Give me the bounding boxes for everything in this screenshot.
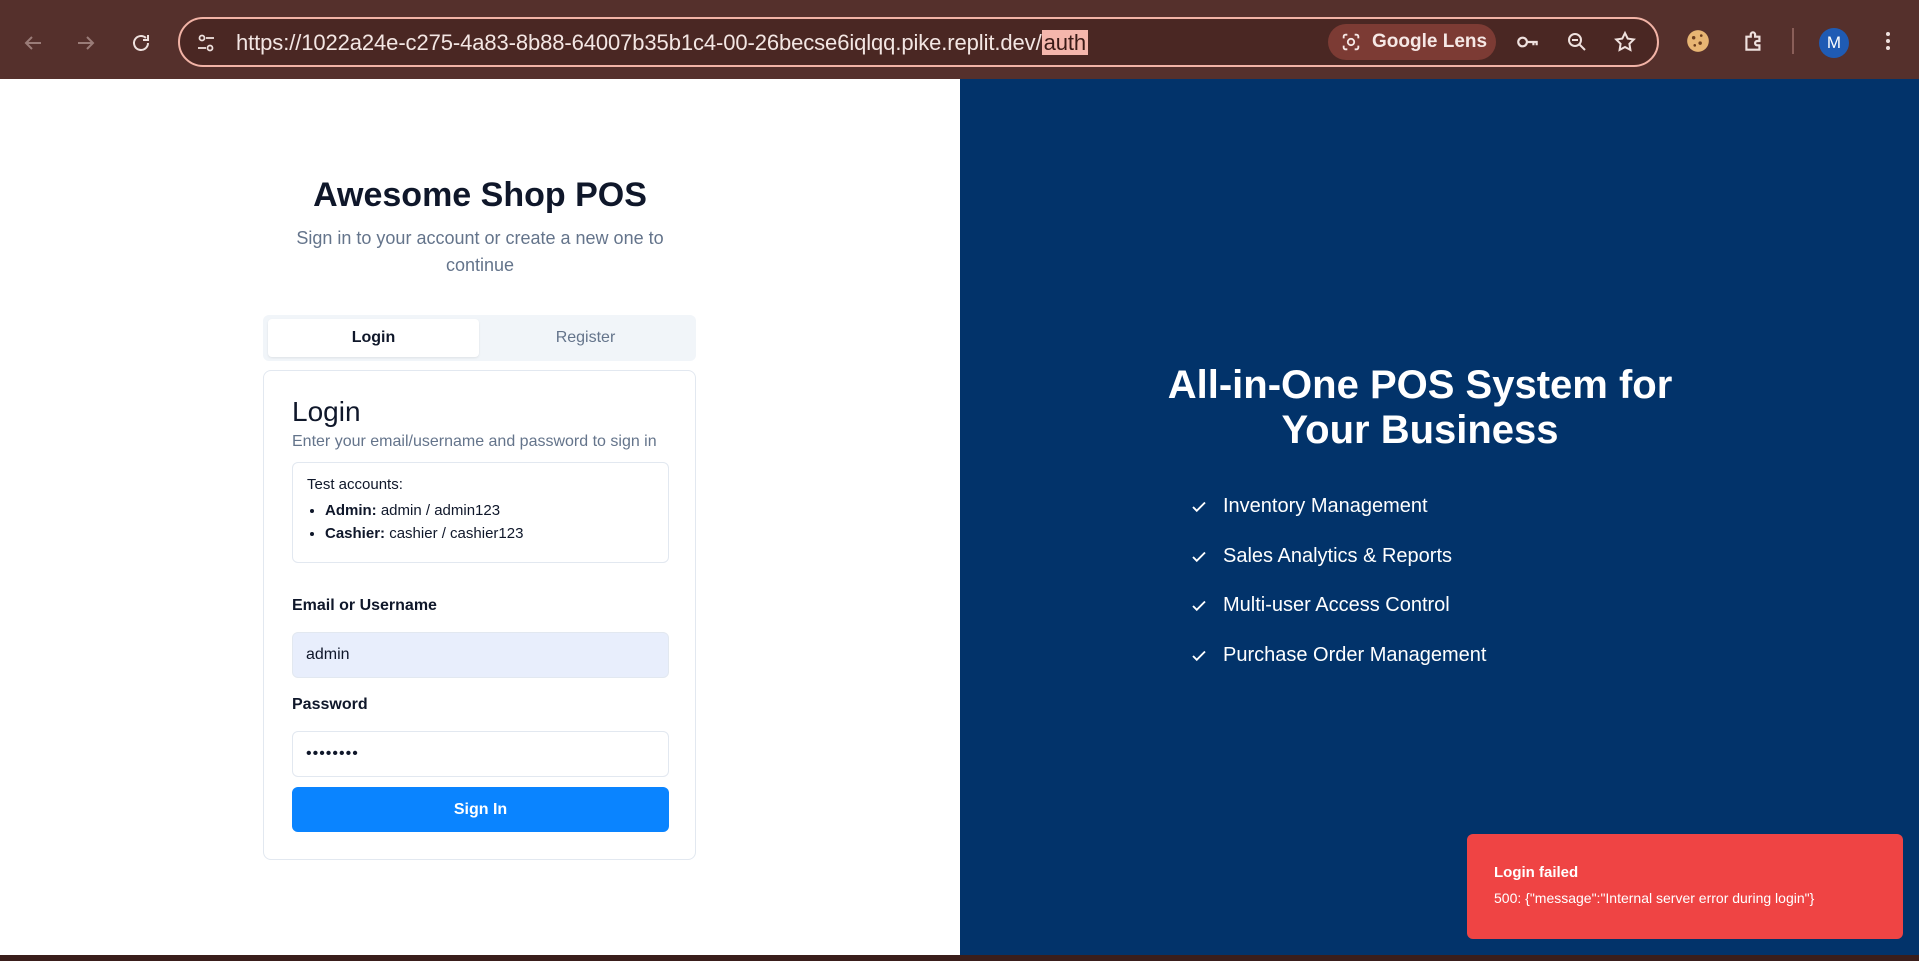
url-text[interactable]: https://1022a24e-c275-4a83-8b88-64007b35… (236, 30, 1088, 56)
check-icon (1192, 551, 1206, 562)
cashier-role-label: Cashier: (325, 525, 386, 542)
address-bar[interactable]: https://1022a24e-c275-4a83-8b88-64007b35… (178, 17, 1659, 67)
menu-icon[interactable] (1871, 24, 1905, 58)
feature-item: Inventory Management (1190, 495, 1428, 518)
toast-title: Login failed (1494, 864, 1579, 881)
test-accounts-heading: Test accounts: (307, 476, 403, 493)
feature-item: Multi-user Access Control (1190, 594, 1450, 617)
google-lens-button[interactable]: Google Lens (1328, 24, 1496, 60)
test-account-admin: Admin: admin / admin123 (325, 499, 654, 522)
forward-icon[interactable] (69, 26, 103, 60)
test-account-cashier: Cashier: cashier / cashier123 (325, 522, 654, 545)
auth-panel: Awesome Shop POS Sign in to your account… (0, 79, 960, 955)
sign-in-button[interactable]: Sign In (292, 787, 669, 832)
bookmark-star-icon[interactable] (1611, 28, 1639, 56)
back-icon[interactable] (16, 26, 50, 60)
google-lens-label: Google Lens (1372, 31, 1488, 52)
toast-message: 500: {"message":"Internal server error d… (1494, 890, 1815, 906)
hero-panel: All-in-One POS System for Your Business … (960, 79, 1919, 955)
toolbar-divider (1792, 28, 1794, 54)
browser-toolbar: https://1022a24e-c275-4a83-8b88-64007b35… (0, 0, 1919, 79)
test-accounts-box: Test accounts: Admin: admin / admin123 C… (292, 462, 669, 563)
check-icon (1192, 501, 1206, 512)
feature-label: Purchase Order Management (1223, 644, 1487, 666)
site-info-icon[interactable] (194, 31, 218, 55)
hero-title: All-in-One POS System for Your Business (1167, 363, 1673, 452)
password-label: Password (292, 696, 368, 713)
test-accounts-list: Admin: admin / admin123 Cashier: cashier… (307, 499, 654, 545)
feature-item: Purchase Order Management (1190, 644, 1486, 667)
reload-icon[interactable] (124, 26, 158, 60)
login-card: Login Enter your email/username and pass… (263, 370, 696, 860)
email-field[interactable]: admin (292, 632, 669, 678)
password-key-icon[interactable] (1514, 28, 1542, 56)
feature-label: Inventory Management (1223, 495, 1428, 517)
error-toast[interactable]: Login failed 500: {"message":"Internal s… (1467, 834, 1903, 939)
login-card-title: Login (292, 396, 361, 427)
cookie-icon[interactable] (1681, 24, 1715, 58)
url-highlight: auth (1041, 30, 1088, 55)
app-title: Awesome Shop POS (313, 176, 647, 214)
app-subtitle: Sign in to your account or create a new … (296, 228, 664, 275)
zoom-icon[interactable] (1563, 28, 1591, 56)
admin-role-label: Admin: (325, 502, 377, 519)
google-lens-icon (1342, 33, 1360, 51)
check-icon (1192, 650, 1206, 661)
url-prefix: https://1022a24e-c275-4a83-8b88-64007b35… (236, 30, 1042, 55)
email-label: Email or Username (292, 597, 437, 614)
admin-credentials: admin / admin123 (380, 502, 501, 519)
tab-register[interactable]: Register (480, 319, 691, 357)
feature-label: Sales Analytics & Reports (1223, 545, 1452, 567)
cashier-credentials: cashier / cashier123 (389, 525, 524, 542)
password-field[interactable]: •••••••• (292, 731, 669, 777)
feature-item: Sales Analytics & Reports (1190, 545, 1452, 568)
window-bottom-edge (0, 955, 1919, 961)
profile-avatar[interactable]: M (1819, 28, 1849, 58)
feature-label: Multi-user Access Control (1223, 594, 1450, 616)
tab-login[interactable]: Login (268, 319, 479, 357)
auth-tabs: Login Register (263, 315, 696, 361)
check-icon (1192, 600, 1206, 611)
login-card-description: Enter your email/username and password t… (292, 433, 657, 450)
extensions-icon[interactable] (1737, 24, 1771, 58)
